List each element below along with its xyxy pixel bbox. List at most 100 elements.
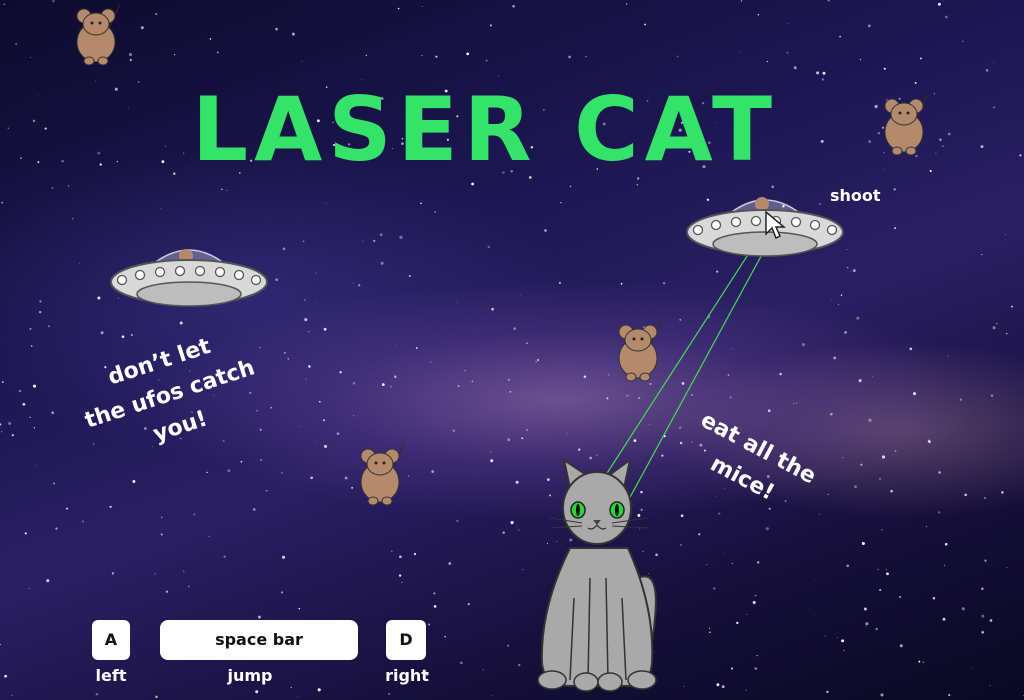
mouse-icon[interactable] — [70, 4, 122, 66]
ufo-icon[interactable] — [108, 236, 270, 316]
star — [227, 469, 231, 473]
star — [929, 169, 932, 173]
star — [336, 432, 340, 435]
star — [939, 138, 942, 141]
game-scene[interactable]: LASER CAT shoot don’t let the ufos catch… — [0, 0, 1024, 700]
star — [856, 316, 860, 320]
star — [731, 562, 734, 565]
star — [290, 687, 292, 689]
star — [128, 108, 129, 109]
star — [837, 303, 839, 305]
star — [456, 519, 459, 523]
star — [865, 622, 869, 626]
star — [962, 40, 964, 42]
mouse-icon[interactable] — [354, 444, 406, 506]
star — [625, 3, 628, 5]
star — [754, 667, 758, 670]
star — [304, 299, 306, 301]
star — [305, 378, 307, 380]
star — [713, 587, 716, 590]
star — [11, 694, 13, 696]
key-d-label: right — [385, 666, 429, 685]
star — [507, 378, 511, 382]
star — [257, 615, 261, 619]
star — [420, 202, 422, 205]
star — [265, 489, 268, 492]
star — [786, 51, 789, 54]
star — [489, 24, 492, 27]
star — [886, 572, 889, 576]
star — [8, 421, 12, 426]
star — [861, 541, 865, 546]
star — [909, 347, 913, 351]
star — [444, 635, 447, 638]
star — [399, 235, 403, 239]
star — [964, 493, 967, 497]
star — [369, 375, 370, 377]
star — [942, 617, 946, 621]
star — [847, 267, 849, 269]
key-space-bar[interactable]: space bar — [160, 620, 358, 660]
star — [816, 71, 820, 75]
star — [944, 564, 945, 566]
key-a-label: left — [95, 666, 127, 685]
star — [708, 627, 711, 630]
star — [938, 511, 941, 514]
star — [358, 284, 361, 287]
star — [985, 69, 989, 72]
star — [154, 573, 156, 575]
star — [351, 487, 353, 489]
star — [746, 614, 748, 615]
star — [885, 568, 887, 570]
star — [883, 67, 886, 70]
star — [282, 247, 286, 251]
star — [948, 693, 951, 697]
star — [459, 661, 463, 665]
star — [408, 475, 410, 477]
star — [910, 510, 912, 512]
star — [281, 591, 284, 594]
star — [852, 269, 856, 273]
star — [275, 27, 278, 31]
star — [981, 253, 983, 256]
star — [373, 239, 376, 243]
star — [182, 570, 185, 573]
star — [22, 402, 26, 406]
star — [457, 384, 460, 388]
star — [980, 145, 984, 148]
star — [947, 355, 949, 357]
star — [34, 464, 36, 466]
cat-icon[interactable] — [530, 458, 670, 694]
star — [399, 555, 402, 559]
star — [535, 361, 537, 363]
star — [291, 32, 295, 36]
star — [353, 415, 355, 417]
mouse-icon[interactable] — [878, 94, 930, 156]
star — [111, 572, 115, 575]
star — [760, 36, 762, 38]
star — [401, 581, 403, 583]
star — [302, 240, 305, 243]
star — [223, 555, 226, 558]
star — [826, 690, 829, 693]
star — [509, 390, 512, 393]
star — [431, 470, 435, 473]
star — [109, 505, 112, 509]
star — [317, 688, 321, 692]
star — [160, 207, 162, 209]
star — [844, 330, 848, 334]
star — [390, 386, 392, 388]
key-d[interactable]: D — [386, 620, 426, 660]
star — [318, 400, 321, 403]
star — [996, 323, 998, 325]
star — [880, 693, 884, 697]
star — [709, 631, 711, 633]
star — [894, 227, 897, 230]
star — [398, 574, 402, 577]
star — [252, 507, 256, 511]
key-a[interactable]: A — [92, 620, 130, 660]
star — [298, 607, 301, 610]
star — [644, 23, 646, 26]
star — [415, 346, 418, 349]
star — [827, 0, 830, 2]
